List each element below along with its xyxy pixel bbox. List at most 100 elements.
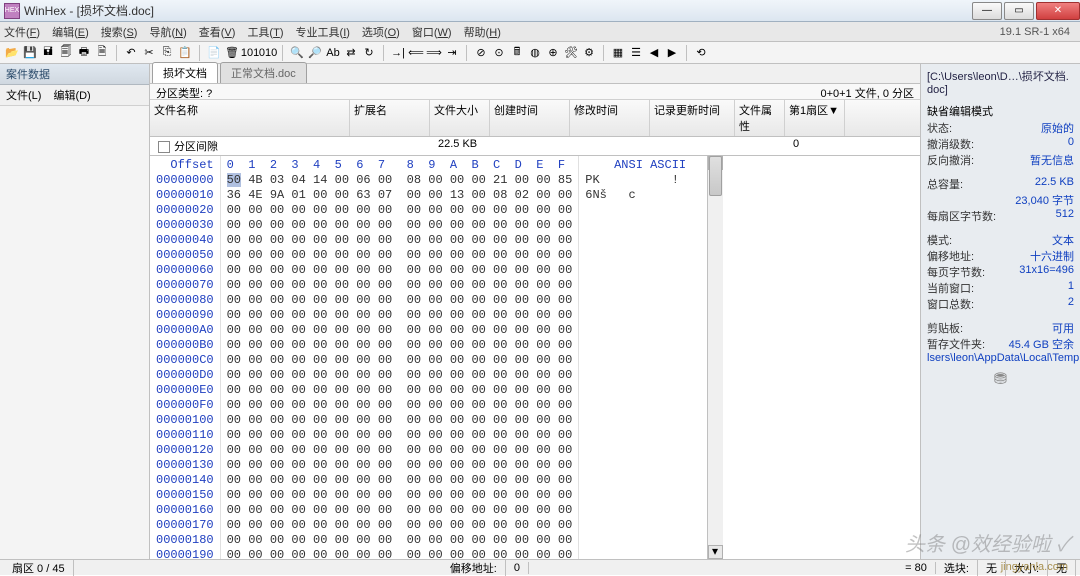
table-row[interactable]: 分区间隙22.5 KB0	[150, 137, 920, 155]
play-left-icon[interactable]: ◀	[646, 45, 662, 61]
toolbar-separator	[686, 45, 687, 61]
goto-sector-icon[interactable]: ⇥	[444, 45, 460, 61]
menu-s[interactable]: 搜索(S)	[101, 27, 138, 39]
calc-icon[interactable]: 🖩	[509, 45, 525, 61]
maximize-button[interactable]: ▭	[1004, 2, 1034, 20]
scroll-thumb[interactable]	[709, 156, 722, 196]
version-label: 19.1 SR-1 x64	[1000, 26, 1076, 38]
info-line: 23,040 字节	[927, 192, 1074, 208]
info-key: 总容量:	[927, 176, 963, 192]
hex-010-icon[interactable]: 010	[260, 45, 276, 61]
menu-w[interactable]: 窗口(W)	[412, 27, 452, 39]
info-value: 45.4 GB 空余	[1009, 336, 1074, 352]
clipboard-icon[interactable]: 📄	[206, 45, 222, 61]
info-line: 窗口总数:2	[927, 296, 1074, 312]
close-button[interactable]: ✕	[1036, 2, 1080, 20]
column-header[interactable]: 记录更新时间	[650, 100, 735, 136]
goto-icon[interactable]: →|	[390, 45, 406, 61]
save-icon[interactable]: 🖬	[40, 45, 56, 61]
info-key: 剪贴板:	[927, 320, 963, 336]
column-header[interactable]: 创建时间	[490, 100, 570, 136]
find-hex-icon[interactable]: 🔎	[307, 45, 323, 61]
menu-h[interactable]: 帮助(H)	[464, 27, 501, 39]
info-line: 反向撤消:暂无信息	[927, 152, 1074, 168]
hex-101-icon[interactable]: 101	[242, 45, 258, 61]
info-line: 总容量: 22.5 KB	[927, 176, 1074, 192]
menu-e[interactable]: 编辑(E)	[52, 27, 89, 39]
info-line: 当前窗口:1	[927, 280, 1074, 296]
list-icon[interactable]: ☰	[628, 45, 644, 61]
table-cell	[654, 138, 739, 154]
options-icon[interactable]: ⚙	[581, 45, 597, 61]
open-disk-icon[interactable]: 💾	[22, 45, 38, 61]
tab-损坏文档[interactable]: 损坏文档	[152, 62, 218, 83]
column-header[interactable]: 第1扇区▼	[785, 100, 845, 136]
left-file-menu[interactable]: 文件(L)	[6, 87, 41, 103]
table-cell	[494, 138, 574, 154]
table-cell: 0	[789, 138, 849, 154]
column-header[interactable]: 扩展名	[350, 100, 430, 136]
minimize-button[interactable]: —	[972, 2, 1002, 20]
find-text-icon[interactable]: Ab	[325, 45, 341, 61]
save-all-icon[interactable]: 🗐	[58, 45, 74, 61]
document-tabs: 损坏文档正常文档.doc	[150, 64, 920, 84]
toolbar-separator	[282, 45, 283, 61]
menu-i[interactable]: 专业工具(I)	[296, 27, 350, 39]
print-icon[interactable]: 🖶	[76, 45, 92, 61]
open-folder-icon[interactable]: 📂	[4, 45, 20, 61]
disk1-icon[interactable]: ⊘	[473, 45, 489, 61]
hex-editor[interactable]: Offset 00000000 00000010 00000020 000000…	[150, 156, 920, 559]
forward-icon[interactable]: ⟹	[426, 45, 442, 61]
info-key: 当前窗口:	[927, 280, 974, 296]
cut-icon[interactable]: ✂	[141, 45, 157, 61]
play-right-icon[interactable]: ▶	[664, 45, 680, 61]
info-key: 状态:	[927, 120, 952, 136]
menu-f[interactable]: 文件(F)	[4, 27, 40, 39]
info-value: 22.5 KB	[1035, 176, 1074, 192]
delete-icon[interactable]: 🗑	[224, 45, 240, 61]
grid-icon[interactable]: ▦	[610, 45, 626, 61]
scroll-down-icon[interactable]: ▾	[708, 545, 723, 559]
table-cell	[354, 138, 434, 154]
hex-scrollbar[interactable]: ▴ ▾	[707, 156, 723, 559]
menu-bar: 文件(F) 编辑(E) 搜索(S) 导航(N) 查看(V) 工具(T) 专业工具(I) 选项(…	[0, 22, 1080, 42]
paste-icon[interactable]: 📋	[177, 45, 193, 61]
column-header[interactable]: 文件大小	[430, 100, 490, 136]
column-header[interactable]: 文件名称	[150, 100, 350, 136]
position-icon[interactable]: ⊕	[545, 45, 561, 61]
column-header[interactable]: 修改时间	[570, 100, 650, 136]
info-value: 文本	[1052, 232, 1074, 248]
menu-n[interactable]: 导航(N)	[149, 27, 186, 39]
analyze-icon[interactable]: ◍	[527, 45, 543, 61]
find-next-icon[interactable]: ↻	[361, 45, 377, 61]
case-data-panel: 案件数据 文件(L) 编辑(D)	[0, 64, 150, 559]
main-content: 损坏文档正常文档.doc 分区类型: ? 0+0+1 文件, 0 分区 文件名称…	[150, 64, 920, 559]
file-path: [C:\Users\leon\D…\损坏文档.doc]	[927, 68, 1074, 96]
replace-icon[interactable]: ⇄	[343, 45, 359, 61]
hex-column[interactable]: 0 1 2 3 4 5 6 7 8 9 A B C D E F 50 4B 03…	[221, 156, 580, 559]
disk2-icon[interactable]: ⊙	[491, 45, 507, 61]
case-data-header[interactable]: 案件数据	[0, 64, 149, 85]
window-title: WinHex - [损坏文档.doc]	[24, 2, 970, 19]
menu-t[interactable]: 工具(T)	[247, 27, 283, 39]
find-icon[interactable]: 🔍	[289, 45, 305, 61]
copy-icon[interactable]: ⎘	[159, 45, 175, 61]
column-header[interactable]: 文件属性	[735, 100, 785, 136]
byte-value: = 80	[897, 562, 936, 574]
undo-icon[interactable]: ↶	[123, 45, 139, 61]
tab-正常文档.doc[interactable]: 正常文档.doc	[220, 62, 307, 83]
toolbar-separator	[116, 45, 117, 61]
sync-icon[interactable]: ⟲	[693, 45, 709, 61]
left-edit-menu[interactable]: 编辑(D)	[53, 87, 90, 103]
back-icon[interactable]: ⟸	[408, 45, 424, 61]
menu-o[interactable]: 选项(O)	[362, 27, 400, 39]
info-key: 暂存文件夹:	[927, 336, 985, 352]
info-key: 模式:	[927, 232, 952, 248]
tools-icon[interactable]: 🛠	[563, 45, 579, 61]
file-icon	[158, 141, 170, 153]
properties-icon[interactable]: 🗎	[94, 45, 110, 61]
offset-value: 0	[506, 562, 529, 574]
selection-na: 无	[978, 560, 1006, 576]
menu-v[interactable]: 查看(V)	[199, 27, 236, 39]
ascii-column[interactable]: ANSI ASCII PK ! 6Nš c	[579, 156, 706, 559]
